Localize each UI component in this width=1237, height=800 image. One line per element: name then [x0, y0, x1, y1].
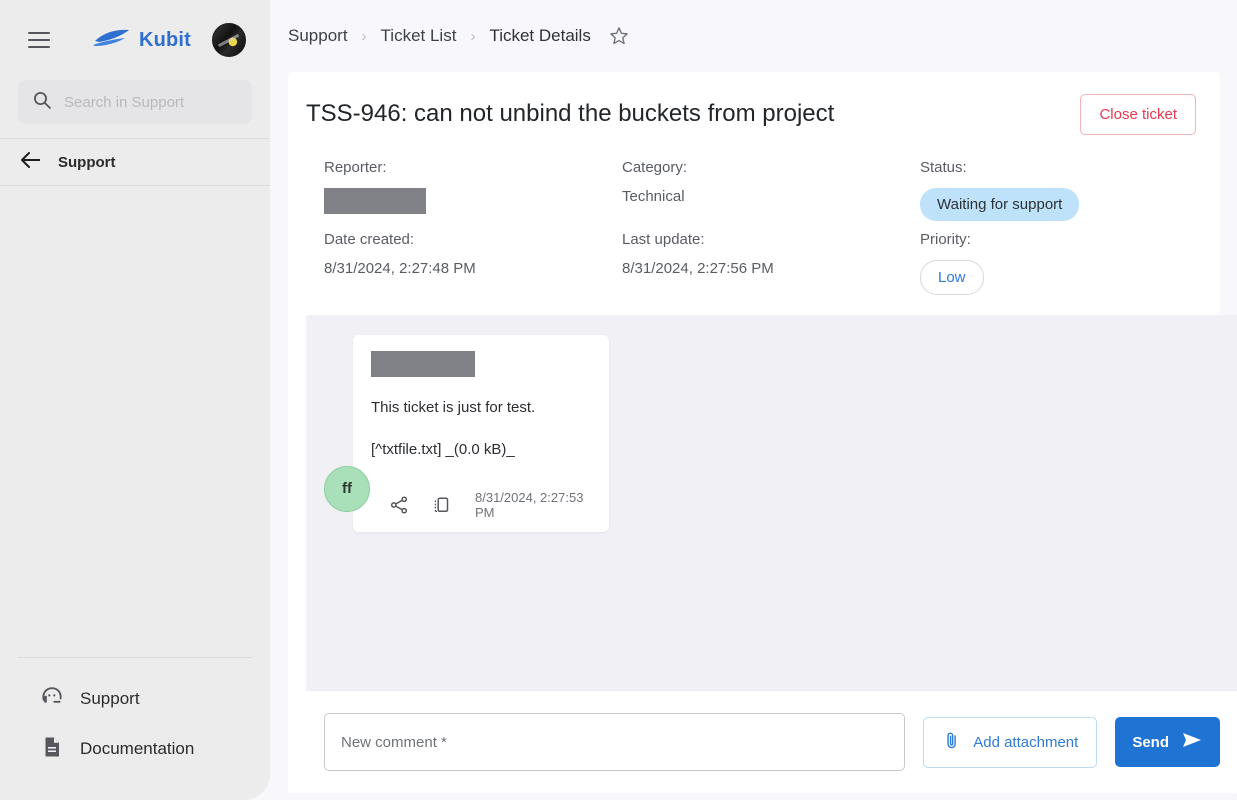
add-attachment-label: Add attachment — [973, 733, 1079, 751]
message-attachment: [^txtfile.txt] _(0.0 kB)_ — [371, 441, 515, 459]
message-bubble: This ticket is just for test. [^txtfile.… — [353, 335, 609, 532]
message-timestamp: 8/31/2024, 2:27:53 PM — [475, 489, 584, 520]
breadcrumb: Support › Ticket List › Ticket Details — [270, 0, 1237, 72]
hamburger-bar — [28, 46, 50, 48]
reporter-label: Reporter: — [324, 159, 387, 176]
conversation-area: ff This ticket is just for test. [^txtfi… — [306, 315, 1237, 690]
add-attachment-button[interactable]: Add attachment — [923, 716, 1098, 768]
message-actions: 8/31/2024, 2:27:53 PM — [371, 490, 591, 520]
send-button-label: Send — [1132, 733, 1169, 751]
headset-icon — [40, 685, 64, 714]
status-value: Waiting for support — [920, 188, 1178, 231]
sidebar-item-documentation[interactable]: Documentation — [18, 724, 252, 774]
category-label: Category: — [622, 159, 688, 176]
document-icon — [40, 735, 64, 764]
sidebar-item-label: Documentation — [80, 739, 195, 758]
category-value: Technical — [622, 188, 685, 205]
breadcrumb-item-support[interactable]: Support — [288, 26, 348, 46]
priority-value: Low — [920, 260, 1178, 309]
app-root: Kubit Support — [0, 0, 1237, 800]
brand[interactable]: Kubit — [91, 27, 191, 54]
breadcrumb-item-ticket-list[interactable]: Ticket List — [381, 26, 457, 46]
breadcrumb-item-ticket-details[interactable]: Ticket Details — [489, 26, 590, 46]
sidebar-back-to-support[interactable]: Support — [0, 138, 270, 186]
sidebar-item-support[interactable]: Support — [18, 674, 252, 724]
search-box[interactable] — [18, 80, 252, 124]
message-author-redacted — [371, 351, 475, 377]
user-avatar[interactable] — [212, 23, 246, 57]
ticket-header: TSS-946: can not unbind the buckets from… — [288, 72, 1220, 315]
message-text: This ticket is just for test. — [371, 399, 536, 416]
paperclip-icon — [942, 731, 961, 754]
redacted-bar — [324, 188, 426, 214]
star-outline-icon[interactable] — [609, 26, 629, 46]
breadcrumb-separator: › — [361, 27, 367, 45]
new-comment-input[interactable] — [324, 713, 906, 771]
last-update-value: 8/31/2024, 2:27:56 PM — [622, 260, 774, 277]
last-update-label: Last update: — [622, 231, 705, 248]
main-content: Support › Ticket List › Ticket Details T… — [270, 0, 1237, 800]
sidebar: Kubit Support — [0, 0, 270, 800]
ticket-title-row: TSS-946: can not unbind the buckets from… — [306, 94, 1196, 135]
sidebar-back-label: Support — [58, 153, 116, 171]
ticket-panel: TSS-946: can not unbind the buckets from… — [288, 72, 1237, 793]
priority-badge[interactable]: Low — [920, 260, 984, 295]
search-input[interactable] — [64, 93, 238, 111]
send-arrow-icon — [1181, 731, 1203, 753]
copy-icon[interactable] — [431, 495, 451, 515]
breadcrumb-separator: › — [470, 27, 476, 45]
date-created-label: Date created: — [324, 231, 415, 248]
message-item: ff This ticket is just for test. [^txtfi… — [324, 335, 1237, 532]
priority-label: Priority: — [920, 231, 971, 248]
close-ticket-button[interactable]: Close ticket — [1080, 94, 1196, 135]
avatar: ff — [324, 465, 370, 512]
kubit-boat-logo-icon — [91, 27, 131, 54]
brand-name: Kubit — [138, 28, 192, 51]
hamburger-bar — [28, 39, 50, 41]
hamburger-bar — [28, 32, 50, 34]
page-title: TSS-946: can not unbind the buckets from… — [306, 100, 835, 127]
arrow-left-icon — [20, 151, 42, 174]
date-created-value: 8/31/2024, 2:27:48 PM — [324, 260, 476, 277]
ticket-meta-grid: Reporter: Category: Status: Technical Wa… — [306, 135, 1196, 309]
status-label: Status: — [920, 159, 967, 176]
sidebar-top: Kubit — [0, 0, 270, 124]
status-badge: Waiting for support — [920, 188, 1080, 221]
hamburger-menu-icon[interactable] — [22, 23, 56, 57]
sidebar-item-label: Support — [80, 689, 140, 708]
comment-composer: Add attachment Send — [306, 690, 1237, 793]
reporter-value — [324, 188, 622, 231]
search-icon — [32, 90, 52, 115]
share-icon[interactable] — [389, 495, 409, 515]
sidebar-bottom-nav: Support Documentation — [18, 657, 252, 774]
send-button[interactable]: Send — [1115, 717, 1220, 767]
sidebar-header: Kubit — [18, 18, 252, 62]
